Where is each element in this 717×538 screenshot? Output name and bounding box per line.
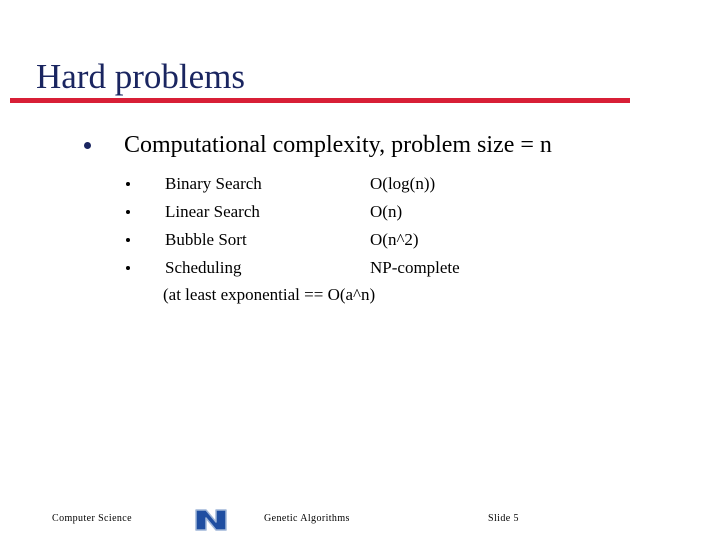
algorithm-name: Bubble Sort bbox=[165, 230, 247, 249]
algorithm-complexity: O(n) bbox=[370, 202, 403, 221]
list-item: Scheduling NP-complete bbox=[0, 254, 717, 282]
slide-body: Computational complexity, problem size =… bbox=[0, 130, 717, 308]
bullet-dot-icon bbox=[84, 142, 91, 149]
complexity-note-label: (at least exponential == O(a^n) bbox=[163, 285, 376, 304]
sub-bullet-dot-icon bbox=[126, 182, 130, 186]
algorithm-name: Binary Search bbox=[165, 174, 262, 193]
title-divider bbox=[10, 98, 630, 103]
algorithm-complexity: O(log(n)) bbox=[370, 174, 436, 193]
sub-bullet-dot-icon bbox=[126, 238, 130, 242]
sub-bullet-dot-icon bbox=[126, 210, 130, 214]
footer-topic: Genetic Algorithms bbox=[264, 513, 350, 524]
complexity-list: Binary Search O(log(n)) Linear Search O(… bbox=[0, 170, 717, 308]
list-item: Linear Search O(n) bbox=[0, 198, 717, 226]
sub-bullet-dot-icon bbox=[126, 266, 130, 270]
algorithm-name: Scheduling bbox=[165, 258, 242, 277]
list-item: Binary Search O(log(n)) bbox=[0, 170, 717, 198]
slide: Hard problems Computational complexity, … bbox=[0, 0, 717, 538]
list-item: Bubble Sort O(n^2) bbox=[0, 226, 717, 254]
algorithm-name: Linear Search bbox=[165, 202, 260, 221]
complexity-note: (at least exponential == O(a^n) bbox=[0, 282, 717, 308]
algorithm-complexity: O(n^2) bbox=[370, 230, 419, 249]
main-bullet-label: Computational complexity, problem size =… bbox=[124, 132, 552, 158]
footer-department: Computer Science bbox=[52, 513, 132, 524]
main-bullet: Computational complexity, problem size =… bbox=[0, 130, 717, 160]
page-title: Hard problems bbox=[36, 57, 245, 96]
algorithm-complexity: NP-complete bbox=[370, 258, 460, 277]
slide-footer: Computer Science Genetic Algorithms Slid… bbox=[0, 496, 717, 538]
footer-slide-number: Slide 5 bbox=[488, 513, 519, 524]
